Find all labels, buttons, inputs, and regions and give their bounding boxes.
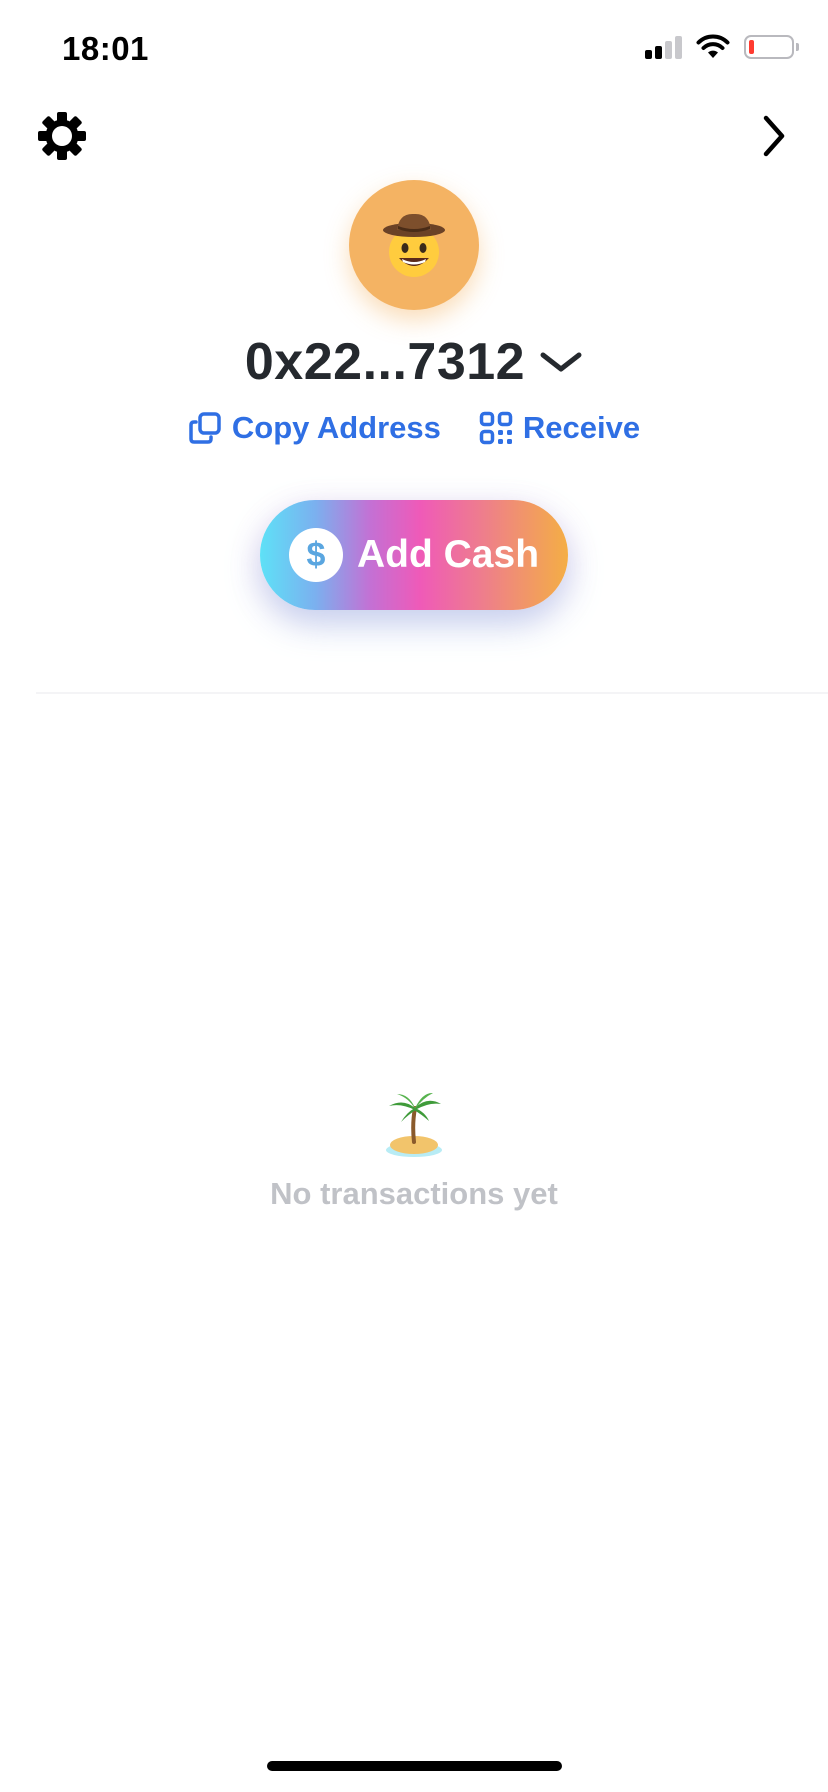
gear-icon	[38, 112, 86, 160]
address-selector[interactable]: 0x22...7312	[0, 332, 828, 392]
receive-label: Receive	[522, 410, 641, 445]
empty-state-illustration	[0, 1090, 828, 1158]
home-indicator[interactable]	[267, 1761, 562, 1771]
status-indicators	[645, 34, 799, 60]
cowboy-face-icon	[383, 213, 445, 277]
empty-transactions-label: No transactions yet	[270, 1176, 558, 1211]
add-cash-label: Add Cash	[357, 533, 540, 576]
desert-island-icon	[386, 1092, 442, 1157]
copy-address-button[interactable]: Copy Address	[188, 410, 441, 446]
cellular-signal-icon	[645, 35, 682, 59]
add-cash-button[interactable]: $ Add Cash	[260, 500, 568, 610]
status-time: 18:01	[62, 30, 149, 67]
copy-address-label: Copy Address	[231, 410, 441, 445]
wallet-screen: 18:01 0x22...7312 Copy Address Receive $…	[0, 0, 828, 1792]
dollar-icon: $	[289, 528, 343, 582]
battery-icon	[744, 35, 799, 59]
battery-level	[749, 40, 754, 54]
receive-button[interactable]: Receive	[479, 410, 640, 446]
chevron-down-icon	[540, 352, 582, 372]
wallet-address: 0x22...7312	[244, 333, 526, 391]
forward-button[interactable]	[756, 110, 792, 162]
copy-icon	[189, 412, 221, 444]
address-actions: Copy Address Receive	[0, 410, 828, 446]
chevron-right-icon	[763, 115, 785, 157]
avatar[interactable]	[349, 180, 479, 310]
section-divider	[36, 692, 828, 694]
qr-code-icon	[479, 411, 513, 445]
settings-button[interactable]	[36, 110, 88, 162]
wifi-icon	[696, 34, 730, 58]
